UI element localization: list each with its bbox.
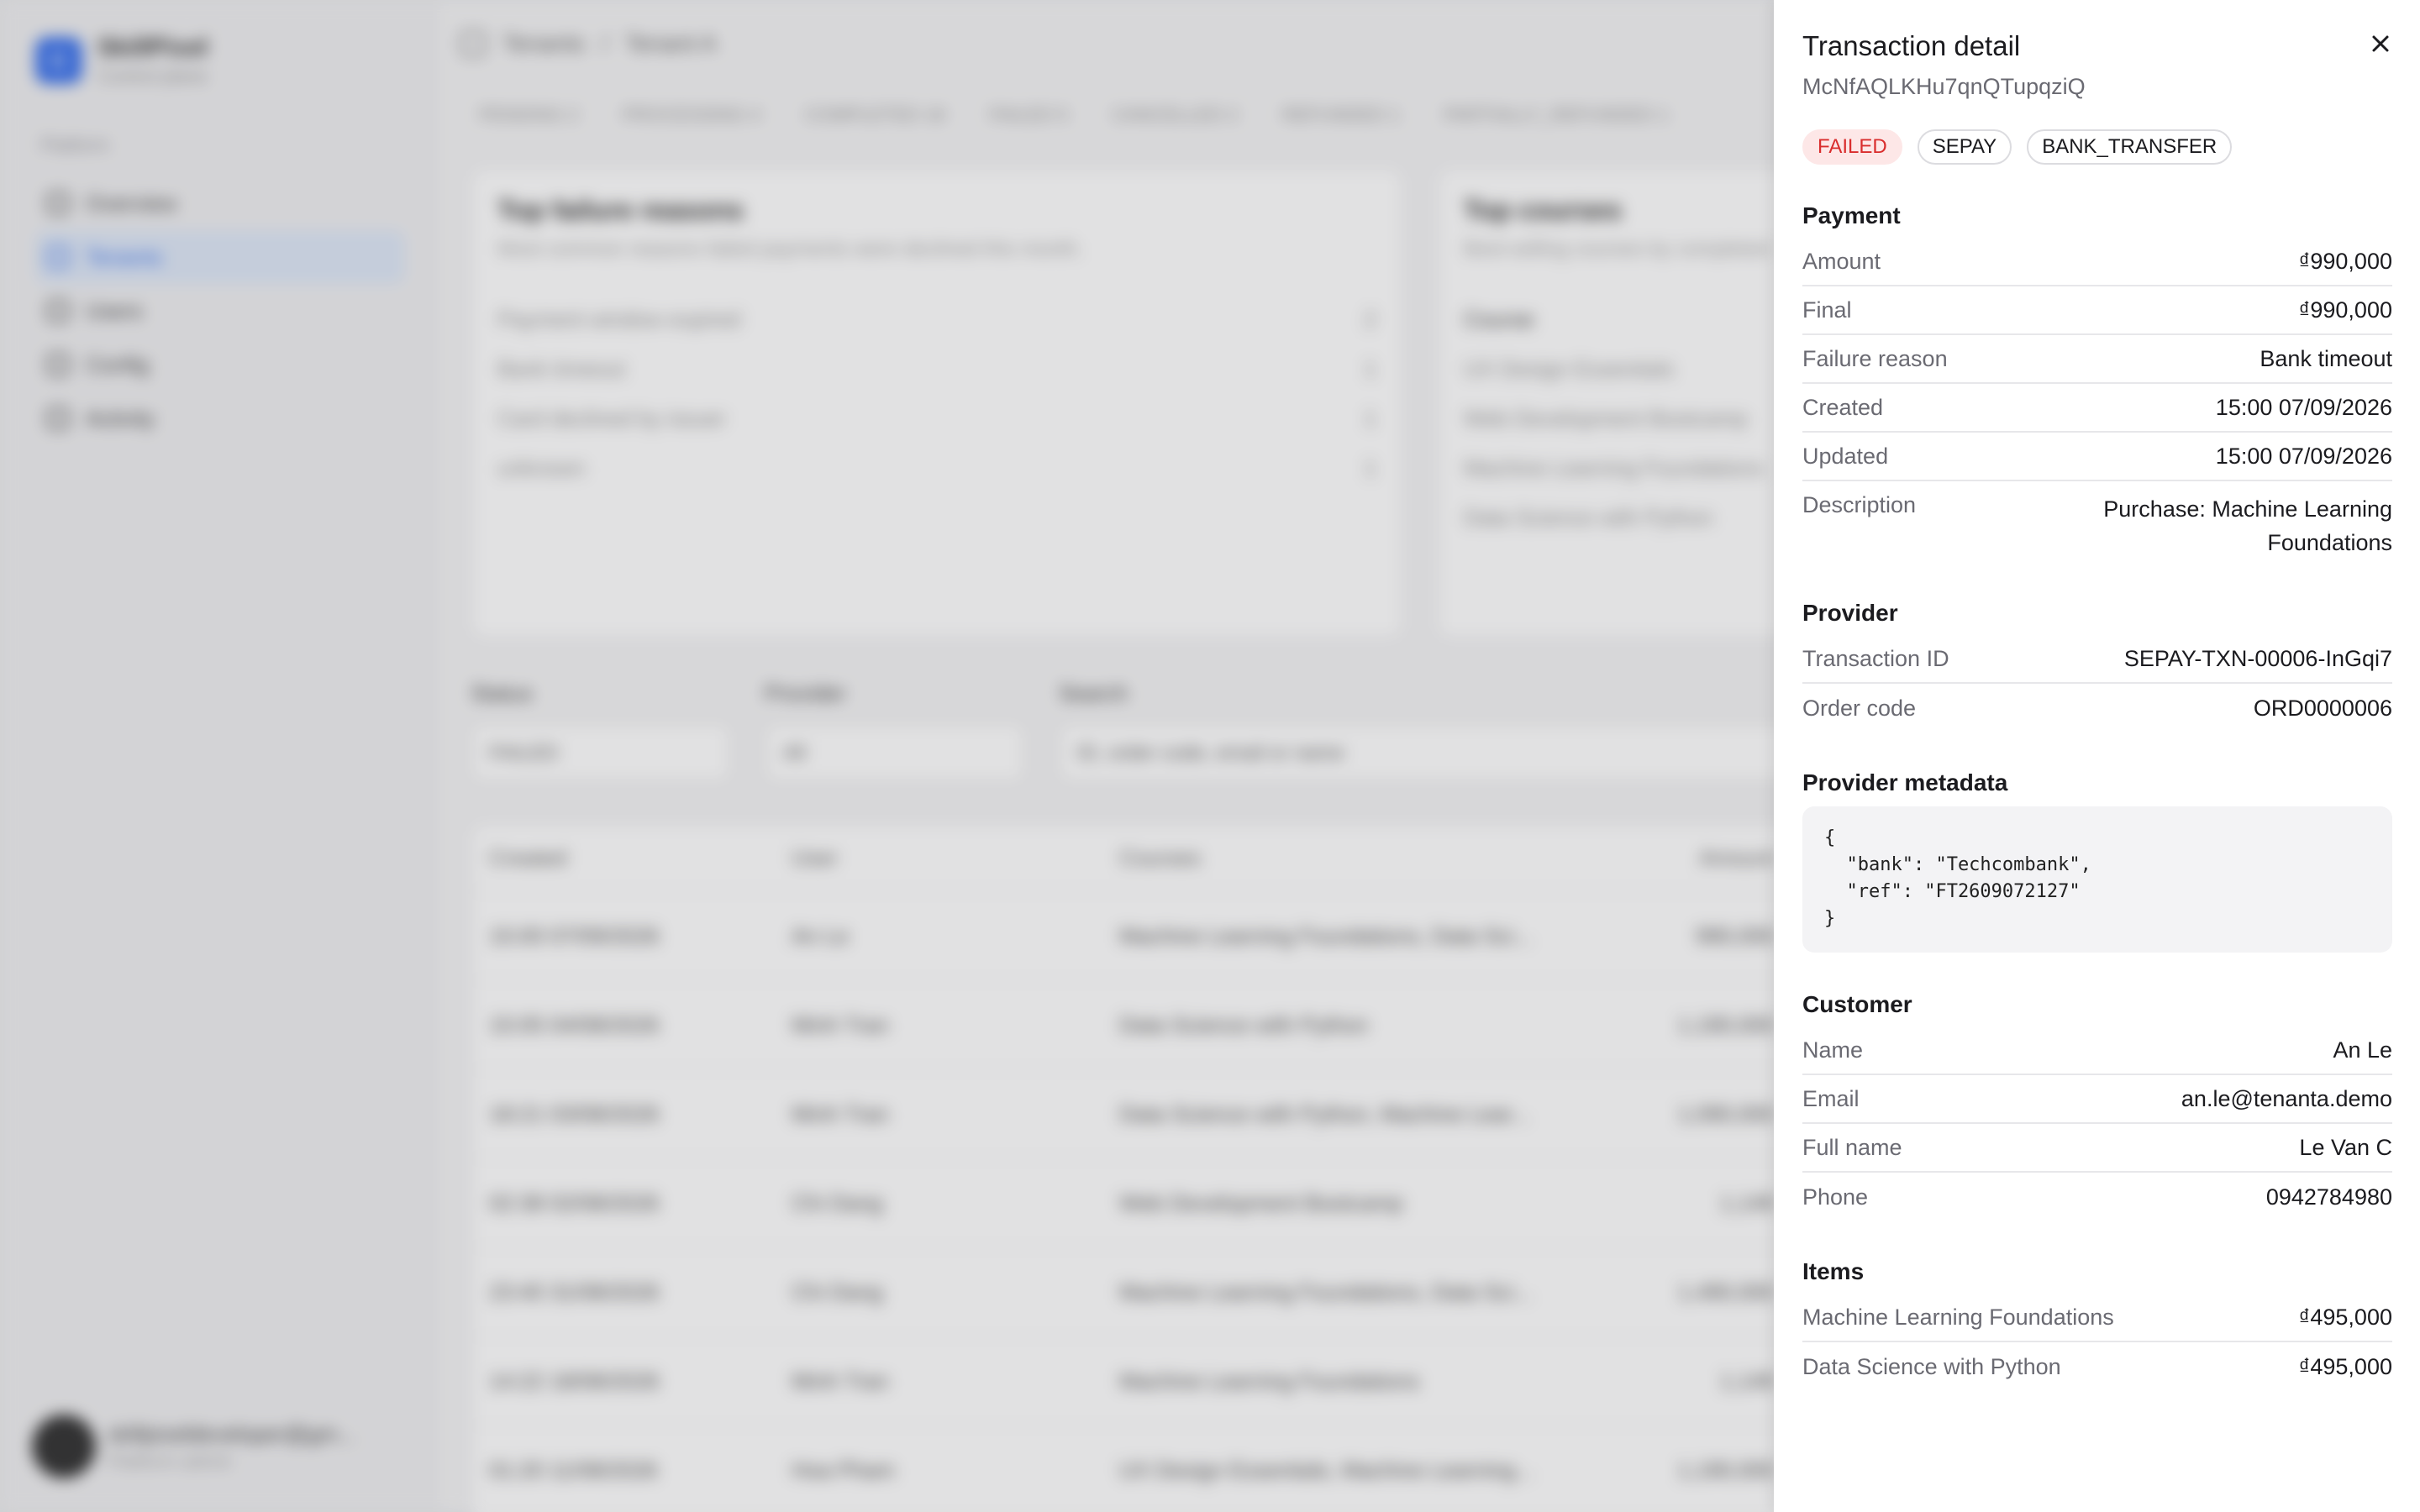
drawer-title: Transaction detail [1802,30,2021,61]
provider-row-transaction-id: Transaction ID SEPAY-TXN-00006-InGqi7 [1802,635,2392,684]
payment-row-final: Final ₫990,000 [1802,286,2392,335]
customer-row-name: Name An Le [1802,1026,2392,1075]
transaction-detail-drawer: Transaction detail McNfAQLKHu7qnQTupqziQ… [1774,0,2420,1512]
customer-section-title: Customer [1802,991,1912,1017]
payment-row-updated: Updated 15:00 07/09/2026 [1802,433,2392,481]
payment-row-created: Created 15:00 07/09/2026 [1802,384,2392,433]
item-row: Machine Learning Foundations ₫495,000 [1802,1294,2392,1342]
close-button[interactable] [2362,25,2399,62]
customer-row-email: Email an.le@tenanta.demo [1802,1075,2392,1124]
payment-row-description: Description Purchase: Machine Learning Fo… [1802,492,2392,555]
badges: FAILED SEPAY BANK_TRANSFER [1802,129,2233,165]
payment-section-title: Payment [1802,202,1901,228]
metadata-code-block: { "bank": "Techcombank", "ref": "FT26090… [1802,806,2392,953]
method-badge: BANK_TRANSFER [2027,129,2233,165]
transaction-id: McNfAQLKHu7qnQTupqziQ [1802,74,2086,99]
close-icon [2372,35,2389,52]
payment-row-failure-reason: Failure reason Bank timeout [1802,335,2392,384]
item-row: Data Science with Python ₫495,000 [1802,1353,2392,1379]
provider-row-order-code: Order code ORD0000006 [1802,695,2392,721]
payment-row-amount: Amount ₫990,000 [1802,238,2392,286]
items-section-title: Items [1802,1258,1865,1284]
customer-row-phone: Phone 0942784980 [1802,1184,2392,1210]
metadata-section-title: Provider metadata [1802,769,2008,795]
provider-badge: SEPAY [1917,129,2012,165]
customer-row-full-name: Full name Le Van C [1802,1124,2392,1173]
provider-section-title: Provider [1802,600,1898,626]
status-badge: FAILED [1802,129,1902,165]
